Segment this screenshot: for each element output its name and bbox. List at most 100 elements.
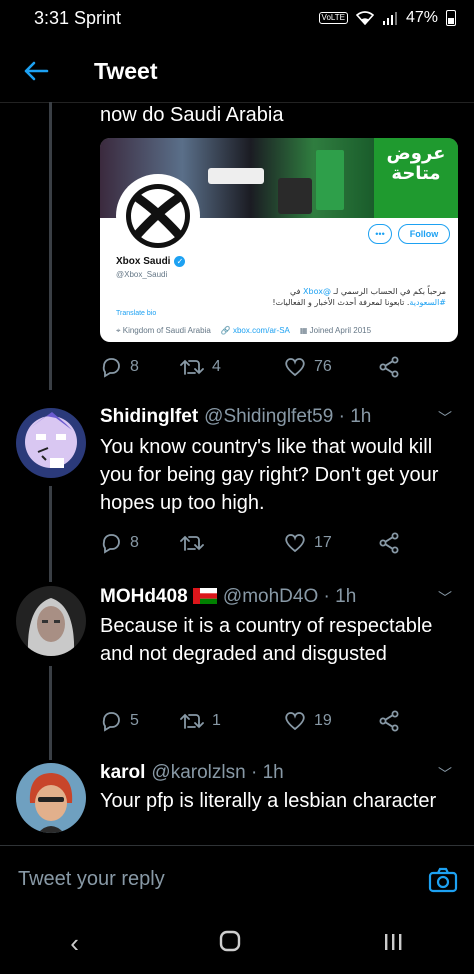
thread-line — [49, 666, 52, 760]
translate-bio-link: Translate bio — [116, 310, 157, 317]
reply-input[interactable] — [16, 867, 428, 892]
reply-count: 5 — [130, 712, 139, 729]
avatar[interactable] — [16, 763, 86, 833]
chevron-down-icon[interactable]: ﹀ — [438, 764, 452, 784]
verified-icon: ✓ — [174, 256, 186, 267]
volte-icon: VoLTE — [318, 12, 348, 24]
follow-button[interactable]: Follow — [398, 224, 450, 244]
bio-text: . تابعونا لمعرفة أحدث الأخبار و الفعاليا… — [272, 298, 410, 307]
tweet-actions: 8 17 — [100, 531, 420, 555]
retweet-button[interactable] — [180, 533, 284, 553]
wifi-icon — [355, 11, 374, 25]
xbox-avatar — [116, 174, 200, 258]
reply-composer — [0, 845, 474, 913]
status-icons: VoLTE 47% — [318, 9, 456, 27]
reply-count: 8 — [130, 534, 139, 551]
reply-author-name-text: MOHd408 — [100, 586, 188, 607]
like-count: 17 — [314, 534, 332, 551]
battery-percent: 47% — [405, 9, 438, 26]
tweet-actions: 5 1 19 — [100, 709, 420, 733]
location-text: Kingdom of Saudi Arabia — [122, 326, 211, 335]
status-bar: 3:31 Sprint VoLTE 47% — [0, 0, 474, 36]
retweet-icon — [180, 713, 204, 729]
home-icon — [220, 930, 241, 952]
console-image — [208, 168, 264, 184]
console-image — [278, 178, 312, 214]
reply-icon — [102, 358, 120, 378]
profile-handle: @Xbox_Saudi — [116, 270, 168, 279]
avatar-image — [16, 586, 86, 656]
reply-button[interactable]: 8 — [100, 532, 180, 554]
location: ⌖ Kingdom of Saudi Arabia — [116, 326, 211, 335]
system-nav-bar: ‹ — [0, 913, 474, 974]
chevron-down-icon[interactable]: ﹀ — [438, 588, 452, 608]
like-button[interactable]: 76 — [284, 357, 378, 377]
avatar[interactable] — [16, 586, 86, 656]
joined: ▦ Joined April 2015 — [299, 326, 372, 335]
retweet-icon — [180, 359, 204, 375]
reply-author-handle: @Shidinglfet59 — [204, 406, 334, 427]
share-icon — [379, 710, 399, 732]
bio-text: مرحباً بكم في الحساب الرسمي لـ — [331, 287, 446, 296]
retweet-button[interactable]: 1 — [180, 711, 284, 731]
top-header: Tweet — [0, 40, 474, 103]
banner-offer: عروض متاحة — [374, 138, 458, 218]
bio-hashtag: #السعودية — [409, 298, 446, 307]
nav-home-button[interactable] — [219, 928, 241, 959]
reply-timestamp: · 1h — [323, 586, 357, 607]
retweet-button[interactable]: 4 — [180, 357, 284, 377]
share-button[interactable] — [378, 356, 400, 378]
avatar-image — [16, 763, 86, 833]
reply-button[interactable]: 8 — [100, 356, 180, 378]
profile-meta: ⌖ Kingdom of Saudi Arabia 🔗 xbox.com/ar-… — [116, 326, 371, 336]
reply-author-handle: @karolzlsn — [151, 762, 246, 783]
heart-icon — [285, 712, 305, 731]
tweet-actions: 8 4 76 — [100, 355, 420, 379]
like-count: 19 — [314, 712, 332, 729]
camera-icon[interactable] — [428, 867, 458, 893]
recents-icon — [384, 934, 402, 950]
share-button[interactable] — [378, 532, 400, 554]
reply-header: Shidinglfet @Shidinglfet59 · 1h — [100, 406, 440, 428]
avatar[interactable] — [16, 408, 86, 478]
reply-author-name[interactable]: karol — [100, 762, 145, 784]
like-button[interactable]: 17 — [284, 533, 378, 553]
tweet-text: now do Saudi Arabia — [100, 104, 284, 126]
signal-icon — [382, 12, 397, 25]
profile-name: Xbox Saudi ✓ — [116, 256, 186, 267]
profile-card-image[interactable]: عروض متاحة ••• Follow Xbox Saudi ✓ @Xbox… — [100, 138, 458, 342]
reply-author-name[interactable]: Shidinglfet — [100, 406, 198, 428]
reply-header: MOHd408 @mohD4O · 1h — [100, 586, 440, 608]
avatar-image — [16, 408, 86, 478]
profile-bio: مرحباً بكم في الحساب الرسمي لـ @Xbox في … — [256, 286, 446, 308]
battery-icon — [446, 10, 456, 26]
heart-icon — [285, 534, 305, 553]
reply-author-name[interactable]: MOHd408 — [100, 586, 217, 608]
chevron-down-icon[interactable]: ﹀ — [438, 408, 452, 428]
joined-text: Joined April 2015 — [309, 326, 372, 335]
status-time: 3:31 Sprint — [34, 7, 122, 28]
reply-timestamp: · 1h — [338, 406, 372, 427]
nav-recents-button[interactable] — [382, 928, 404, 959]
bio-mention: @Xbox — [303, 287, 331, 296]
banner-offer-text: عروض متاحة — [386, 143, 446, 184]
bio-text: في — [290, 287, 304, 296]
back-button[interactable] — [0, 60, 72, 82]
share-button[interactable] — [378, 710, 400, 732]
reply-text: You know country's like that would kill … — [100, 436, 439, 514]
website: 🔗 xbox.com/ar-SA — [220, 326, 290, 335]
nav-back-button[interactable]: ‹ — [70, 928, 79, 959]
game-box-image — [316, 150, 344, 210]
reply-icon — [102, 712, 120, 732]
like-count: 76 — [314, 358, 332, 375]
reply-button[interactable]: 5 — [100, 710, 180, 732]
retweet-count: 4 — [212, 358, 221, 375]
profile-name-text: Xbox Saudi — [116, 256, 171, 267]
website-text: xbox.com/ar-SA — [232, 326, 290, 335]
more-options-button[interactable]: ••• — [368, 224, 392, 244]
share-icon — [379, 532, 399, 554]
like-button[interactable]: 19 — [284, 711, 378, 731]
reply-text: Your pfp is literally a lesbian characte… — [100, 790, 437, 812]
heart-icon — [285, 358, 305, 377]
thread-line — [49, 102, 52, 390]
